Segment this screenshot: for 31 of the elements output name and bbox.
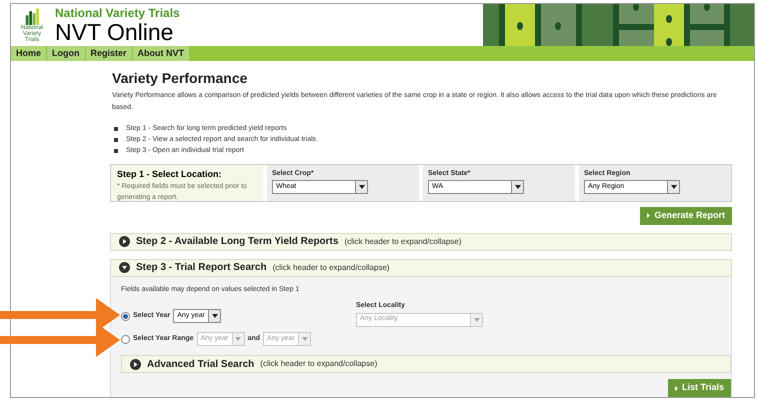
section-title: Step 3 - Trial Report Search: [136, 261, 267, 275]
caret-icon: [208, 310, 220, 322]
nav-link[interactable]: About NVT: [132, 46, 190, 60]
section-hint: (click header to expand/collapse): [344, 236, 462, 248]
radio-button[interactable]: [121, 312, 130, 320]
nav-link[interactable]: Register: [86, 46, 133, 60]
bullet-icon: [114, 126, 118, 130]
page-title: Variety Performance: [112, 68, 248, 88]
caret-icon: [511, 181, 523, 193]
caret-icon: [674, 386, 678, 390]
section-hint: (click header to expand/collapse): [260, 358, 378, 370]
caret-icon: [667, 181, 679, 193]
section-title: Step 2 - Available Long Term Yield Reports: [136, 235, 338, 249]
step1-title: Step 1 - Select Location:: [117, 168, 223, 181]
bullet-icon: [114, 138, 118, 142]
nav-link[interactable]: Logon: [47, 46, 86, 60]
caret-icon: [355, 181, 367, 193]
bullet-icon: [114, 148, 118, 152]
site-title: NVT Online: [55, 20, 174, 44]
logo-icon: [24, 7, 40, 25]
caret-icon: [298, 333, 310, 345]
section-header[interactable]: Advanced Trial Search (click header to expand/collapse): [121, 355, 731, 373]
caret-icon: [470, 314, 482, 326]
caret-icon: [647, 213, 650, 218]
caret-icon: [232, 333, 244, 345]
section-title: Advanced Trial Search: [147, 358, 254, 372]
nav-link[interactable]: Home: [11, 46, 48, 60]
section-header[interactable]: Step 3 - Trial Report Search (click header to expand/collapse): [110, 258, 732, 276]
section-header[interactable]: Step 2 - Available Long Term Yield Reports (click header to expand/collapse): [110, 232, 732, 250]
section-hint: (click header to expand/collapse): [272, 262, 390, 274]
site-subtitle: National Variety Trials: [55, 6, 180, 20]
